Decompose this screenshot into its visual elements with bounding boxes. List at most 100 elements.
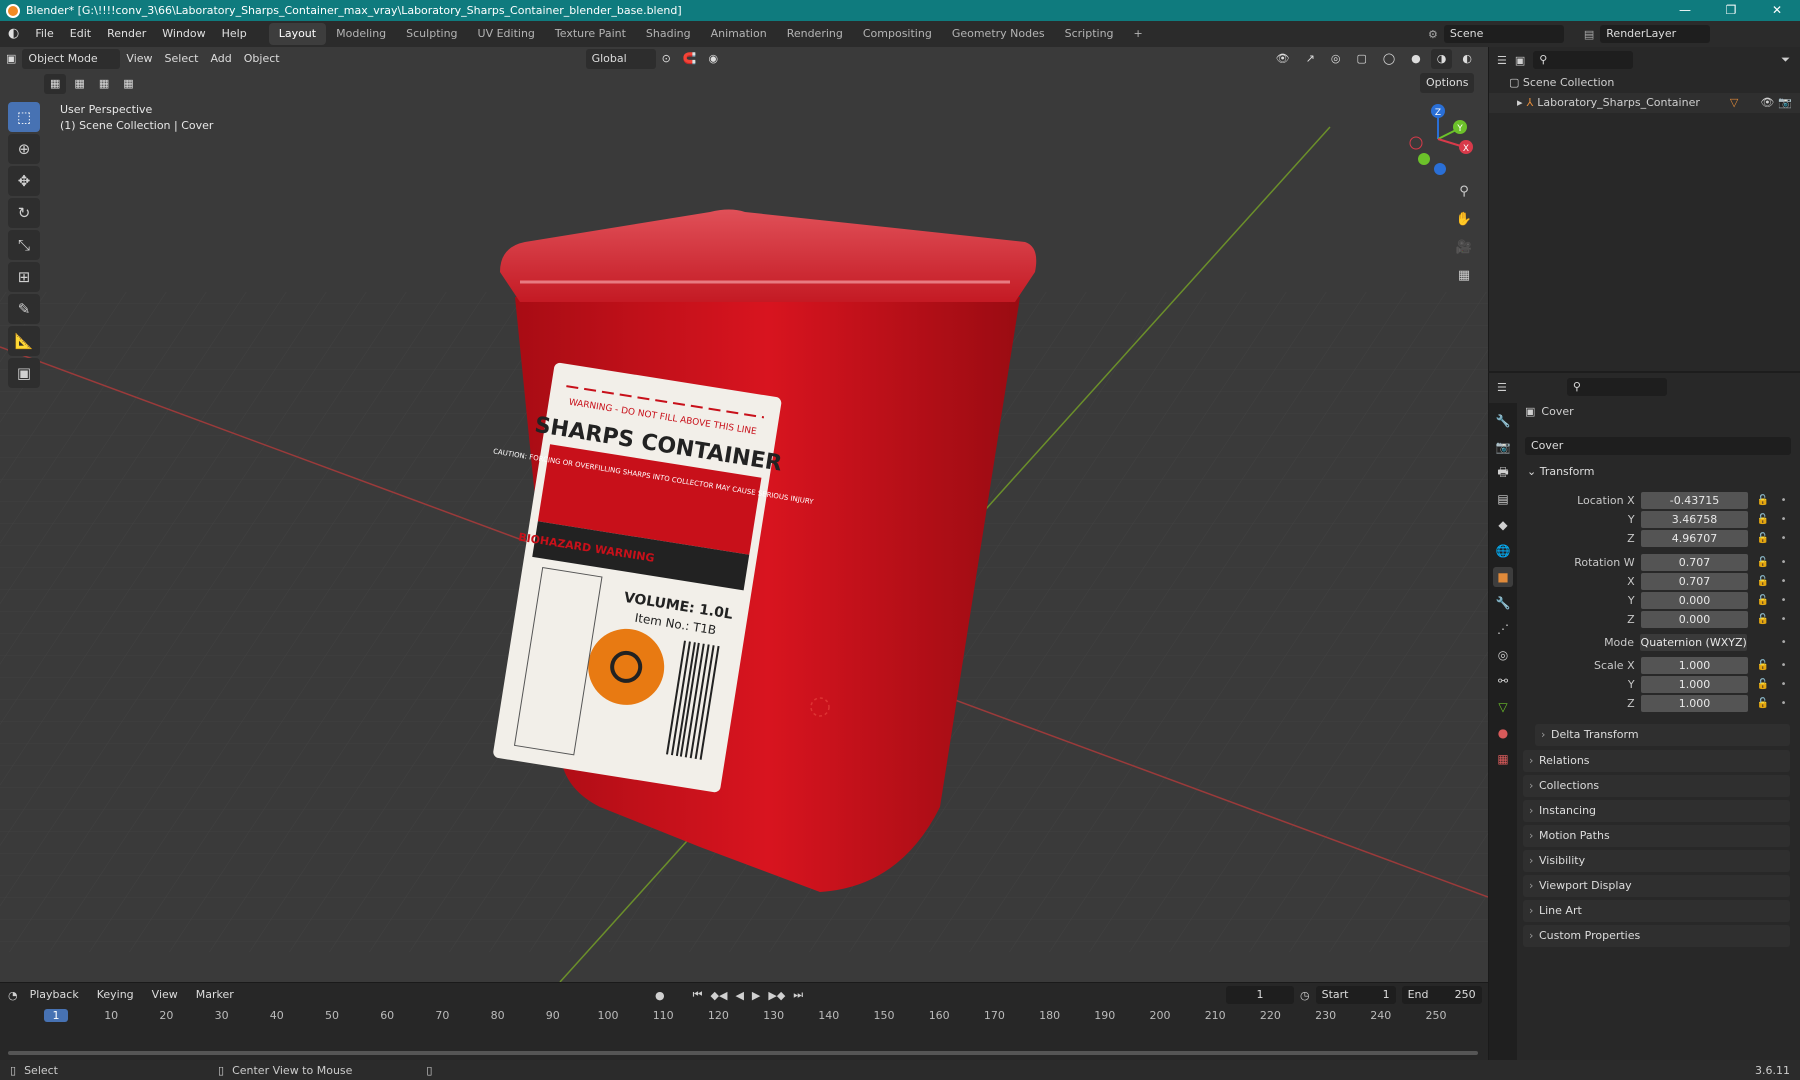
play-icon[interactable]: ▶ [752, 989, 760, 1002]
menu-edit[interactable]: Edit [62, 21, 99, 47]
prev-keyframe-icon[interactable]: ◆◀ [711, 989, 728, 1002]
filter-icon[interactable]: ⏷ [1781, 53, 1790, 67]
menu-select[interactable]: Select [159, 49, 205, 69]
custom-properties-section[interactable]: Custom Properties [1523, 925, 1790, 947]
lock-icon[interactable]: 🔓 [1756, 514, 1769, 525]
tab-geometry-nodes[interactable]: Geometry Nodes [942, 23, 1055, 45]
tab-sculpting[interactable]: Sculpting [396, 23, 467, 45]
record-icon[interactable]: ● [655, 989, 665, 1002]
current-frame-field[interactable]: 1 [1226, 986, 1294, 1004]
menu-marker[interactable]: Marker [190, 985, 240, 1005]
blender-menu-icon[interactable]: ◐ [0, 21, 27, 47]
tool-tab-icon[interactable]: 🔧 [1493, 411, 1513, 431]
instancing-section[interactable]: Instancing [1523, 800, 1790, 822]
tab-rendering[interactable]: Rendering [777, 23, 853, 45]
menu-timeline-view[interactable]: View [146, 985, 184, 1005]
location-y-field[interactable]: 3.46758 [1640, 510, 1749, 528]
pivot-icon[interactable]: ⊙ [656, 49, 677, 69]
keyframe-dot-icon[interactable]: • [1777, 576, 1790, 587]
jump-end-icon[interactable]: ⏭ [793, 988, 803, 1002]
rotation-z-field[interactable]: 0.000 [1640, 610, 1749, 628]
menu-window[interactable]: Window [154, 21, 213, 47]
output-tab-icon[interactable]: 🖶 [1493, 463, 1513, 483]
start-frame-field[interactable]: Start 1 [1315, 986, 1396, 1004]
tab-layout[interactable]: Layout [268, 23, 327, 45]
relations-section[interactable]: Relations [1523, 750, 1790, 772]
menu-view[interactable]: View [120, 49, 158, 69]
move-tool-icon[interactable]: ✥ [8, 166, 40, 196]
motion-paths-section[interactable]: Motion Paths [1523, 825, 1790, 847]
texture-tab-icon[interactable]: ▦ [1493, 749, 1513, 769]
measure-tool-icon[interactable]: 📐 [8, 326, 40, 356]
lock-icon[interactable]: 🔓 [1756, 679, 1769, 690]
scene-collection-row[interactable]: ▢ Scene Collection [1489, 73, 1800, 93]
keyframe-dot-icon[interactable]: • [1777, 679, 1790, 690]
timeline-scrollbar[interactable] [8, 1051, 1478, 1055]
pan-hand-icon[interactable]: ✋ [1452, 207, 1476, 231]
xray-toggle-icon[interactable]: ▢ [1350, 49, 1372, 69]
camera-icon[interactable]: 📷 [1778, 93, 1792, 113]
rotate-tool-icon[interactable]: ↻ [8, 198, 40, 228]
select-extend-icon[interactable]: ▦ [68, 74, 90, 94]
navigation-gizmo[interactable]: Z Y X [1400, 99, 1480, 179]
tab-texture-paint[interactable]: Texture Paint [545, 23, 636, 45]
menu-object[interactable]: Object [238, 49, 286, 69]
visibility-icon[interactable]: 👁 [1270, 49, 1296, 69]
select-invert-icon[interactable]: ▦ [117, 74, 139, 94]
keyframe-dot-icon[interactable]: • [1777, 557, 1790, 568]
lock-icon[interactable]: 🔓 [1756, 557, 1769, 568]
menu-help[interactable]: Help [214, 21, 255, 47]
annotate-tool-icon[interactable]: ✎ [8, 294, 40, 324]
editor-type-icon[interactable]: ▣ [0, 49, 22, 69]
properties-search-icon[interactable]: ⚲ [1566, 378, 1667, 396]
rotation-y-field[interactable]: 0.000 [1640, 591, 1749, 609]
data-tab-icon[interactable]: ▽ [1493, 697, 1513, 717]
scale-z-field[interactable]: 1.000 [1640, 694, 1749, 712]
scene-tab-icon[interactable]: ◆ [1493, 515, 1513, 535]
material-tab-icon[interactable]: ● [1493, 723, 1513, 743]
select-box-tool-icon[interactable]: ⬚ [8, 102, 40, 132]
rotation-mode-dropdown[interactable]: Quaternion (WXYZ) [1640, 633, 1748, 651]
keyframe-dot-icon[interactable]: • [1777, 614, 1790, 625]
maximize-button[interactable]: ❐ [1708, 0, 1754, 21]
expand-arrow-icon[interactable]: ▸ [1517, 93, 1523, 113]
add-workspace-button[interactable]: + [1124, 23, 1153, 45]
keyframe-dot-icon[interactable]: • [1777, 495, 1790, 506]
cursor-tool-icon[interactable]: ⊕ [8, 134, 40, 164]
options-dropdown[interactable]: Options [1420, 73, 1475, 93]
close-button[interactable]: ✕ [1754, 0, 1800, 21]
camera-view-icon[interactable]: 🎥 [1452, 235, 1476, 259]
menu-keying[interactable]: Keying [91, 985, 140, 1005]
display-mode-icon[interactable]: ▣ [1515, 54, 1525, 67]
gizmo-toggle-icon[interactable]: ↗ [1300, 49, 1321, 69]
eye-icon[interactable]: 👁 [1760, 93, 1774, 113]
outliner-search-icon[interactable]: ⚲ [1533, 51, 1634, 69]
outliner-item[interactable]: ▸ ⅄ Laboratory_Sharps_Container ▽ 👁 📷 [1489, 93, 1800, 113]
particles-tab-icon[interactable]: ⋰ [1493, 619, 1513, 639]
tab-compositing[interactable]: Compositing [853, 23, 942, 45]
lock-icon[interactable]: 🔓 [1756, 698, 1769, 709]
keyframe-dot-icon[interactable]: • [1777, 595, 1790, 606]
view-layer-selector[interactable]: RenderLayer [1600, 25, 1711, 43]
add-cube-tool-icon[interactable]: ▣ [8, 358, 40, 388]
keyframe-dot-icon[interactable]: • [1777, 637, 1790, 648]
overlay-toggle-icon[interactable]: ◎ [1325, 49, 1347, 69]
location-z-field[interactable]: 4.96707 [1640, 529, 1749, 547]
wireframe-shading-icon[interactable]: ◯ [1377, 49, 1401, 69]
next-keyframe-icon[interactable]: ▶◆ [768, 989, 785, 1002]
lock-icon[interactable]: 🔓 [1756, 495, 1769, 506]
play-reverse-icon[interactable]: ◀ [735, 989, 743, 1002]
select-subtract-icon[interactable]: ▦ [93, 74, 115, 94]
select-new-icon[interactable]: ▦ [44, 74, 67, 94]
modifier-tab-icon[interactable]: 🔧 [1493, 593, 1513, 613]
orientation-selector[interactable]: Global [585, 49, 656, 69]
rotation-w-field[interactable]: 0.707 [1640, 553, 1749, 571]
tab-uv-editing[interactable]: UV Editing [468, 23, 545, 45]
object-tab-icon[interactable]: ■ [1493, 567, 1513, 587]
zoom-icon[interactable]: ⚲ [1452, 179, 1476, 203]
menu-playback[interactable]: Playback [24, 985, 85, 1005]
world-tab-icon[interactable]: 🌐 [1493, 541, 1513, 561]
render-tab-icon[interactable]: 📷 [1493, 437, 1513, 457]
tab-shading[interactable]: Shading [636, 23, 701, 45]
lock-icon[interactable]: 🔓 [1756, 533, 1769, 544]
